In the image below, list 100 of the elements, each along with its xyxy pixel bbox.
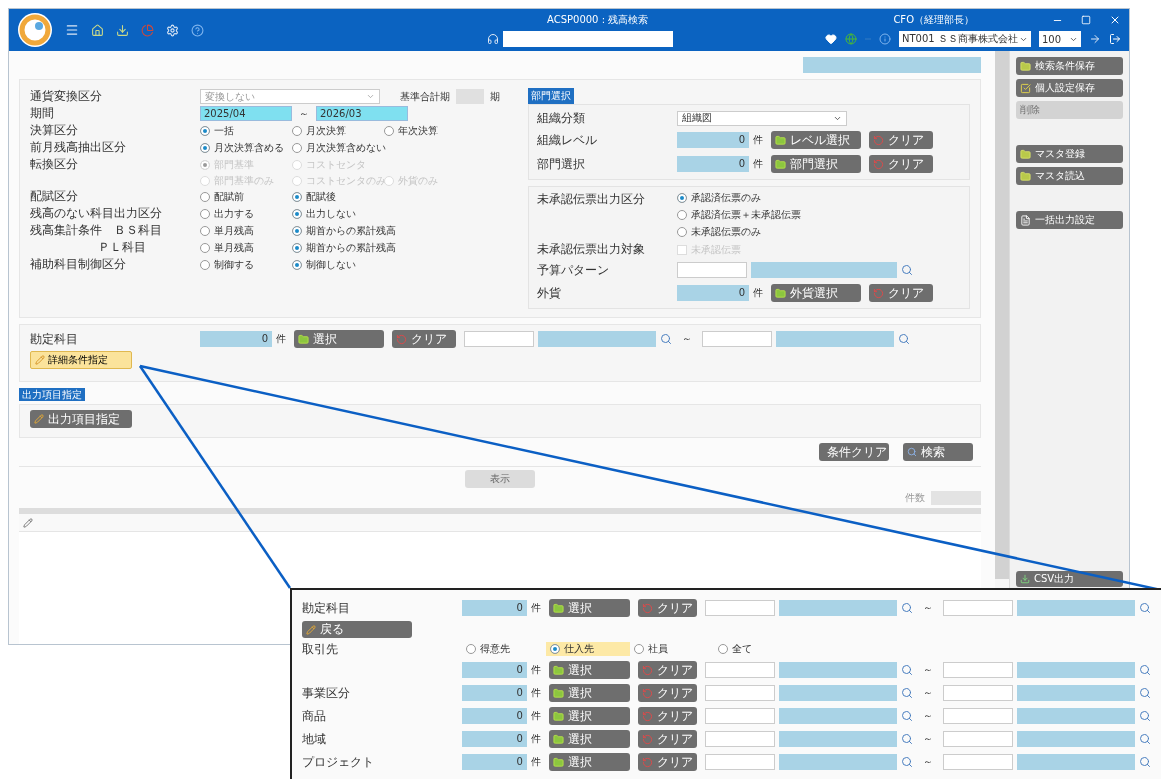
code-input[interactable] bbox=[943, 708, 1013, 724]
radio-button[interactable] bbox=[718, 644, 728, 654]
radio-option[interactable]: 得意先 bbox=[462, 642, 546, 656]
radio-button[interactable] bbox=[200, 125, 210, 136]
csv-export-button[interactable]: CSV出力 bbox=[1016, 571, 1123, 587]
code-input[interactable] bbox=[705, 600, 775, 616]
radio-option[interactable]: 承認済伝票のみ bbox=[677, 191, 761, 205]
code-input[interactable] bbox=[943, 754, 1013, 770]
sidebar-button[interactable]: マスタ登録 bbox=[1016, 145, 1123, 163]
detail-conditions-button[interactable]: 詳細条件指定 bbox=[30, 351, 132, 369]
radio-option[interactable]: 月次決算 bbox=[292, 123, 346, 138]
clear-button[interactable]: クリア bbox=[869, 155, 933, 173]
radio-button[interactable] bbox=[466, 644, 476, 654]
code-input[interactable] bbox=[705, 731, 775, 747]
code-input[interactable] bbox=[705, 754, 775, 770]
code-input[interactable] bbox=[943, 685, 1013, 701]
select-button[interactable]: 部門選択 bbox=[771, 155, 861, 173]
radio-option[interactable]: 配賦後 bbox=[292, 189, 336, 204]
back-button[interactable]: 戻る bbox=[302, 621, 412, 638]
radio-option[interactable]: 承認済伝票＋未承認伝票 bbox=[677, 208, 801, 222]
select-button[interactable]: 外貨選択 bbox=[771, 284, 861, 302]
radio-button[interactable] bbox=[292, 142, 302, 153]
radio-button[interactable] bbox=[634, 644, 644, 654]
radio-option[interactable]: 制御しない bbox=[292, 257, 356, 272]
radio-option[interactable]: 出力する bbox=[200, 206, 254, 221]
radio-option[interactable]: 未承認伝票のみ bbox=[677, 225, 761, 239]
radio-button[interactable] bbox=[292, 125, 302, 136]
clear-button[interactable]: クリア bbox=[392, 330, 456, 348]
radio-option[interactable]: 単月残高 bbox=[200, 223, 254, 238]
radio-option[interactable]: 月次決算含める bbox=[200, 140, 284, 155]
radio-button[interactable] bbox=[677, 193, 687, 203]
code-input[interactable] bbox=[702, 331, 772, 347]
radio-option[interactable]: 一括 bbox=[200, 123, 234, 138]
code-input[interactable] bbox=[705, 662, 775, 678]
search-button[interactable]: 検索 bbox=[903, 443, 973, 461]
clear-button[interactable]: クリア bbox=[869, 284, 933, 302]
clear-button[interactable]: クリア bbox=[638, 599, 697, 617]
dropdown[interactable]: 組織図 bbox=[677, 110, 847, 126]
page-size-dropdown[interactable]: 100 bbox=[1039, 31, 1081, 47]
select-button[interactable]: レベル選択 bbox=[771, 131, 861, 149]
sidebar-button[interactable]: 個人設定保存 bbox=[1016, 79, 1123, 97]
select-button[interactable]: 選択 bbox=[548, 730, 630, 748]
company-dropdown[interactable]: NT001 ＳＳ商事株式会社 bbox=[899, 31, 1031, 47]
date-field[interactable]: 2026/03 bbox=[316, 106, 408, 121]
sidebar-button[interactable]: 一括出力設定 bbox=[1016, 211, 1123, 229]
select-button[interactable]: 選択 bbox=[548, 599, 630, 617]
clear-conditions-button[interactable]: 条件クリア bbox=[819, 443, 889, 461]
radio-option[interactable]: 全て bbox=[714, 642, 798, 656]
radio-button[interactable] bbox=[292, 208, 302, 219]
radio-option[interactable]: 制御する bbox=[200, 257, 254, 272]
select-button[interactable]: 選択 bbox=[294, 330, 384, 348]
radio-option[interactable]: 仕入先 bbox=[546, 642, 630, 656]
radio-button[interactable] bbox=[200, 142, 210, 153]
search-field[interactable] bbox=[503, 31, 673, 47]
radio-button[interactable] bbox=[200, 259, 210, 270]
radio-button[interactable] bbox=[677, 210, 687, 220]
clear-button[interactable]: クリア bbox=[638, 661, 697, 679]
scrollbar[interactable] bbox=[995, 51, 1009, 579]
sidebar-button[interactable]: マスタ読込 bbox=[1016, 167, 1123, 185]
radio-option[interactable]: 期首からの累計残高 bbox=[292, 240, 396, 255]
dropdown[interactable]: 変換しない bbox=[200, 89, 380, 104]
radio-option[interactable]: 月次決算含めない bbox=[292, 140, 386, 155]
code-input[interactable] bbox=[705, 708, 775, 724]
radio-button[interactable] bbox=[200, 225, 210, 236]
radio-button[interactable] bbox=[292, 259, 302, 270]
code-input[interactable] bbox=[943, 600, 1013, 616]
clear-button[interactable]: クリア bbox=[638, 753, 697, 771]
display-button[interactable]: 表示 bbox=[465, 470, 535, 488]
radio-button[interactable] bbox=[550, 644, 560, 654]
clear-button[interactable]: クリア bbox=[638, 730, 697, 748]
radio-option[interactable]: 年次決算 bbox=[384, 123, 438, 138]
radio-option[interactable]: 期首からの累計残高 bbox=[292, 223, 396, 238]
radio-button[interactable] bbox=[200, 242, 210, 253]
date-field[interactable]: 2025/04 bbox=[200, 106, 292, 121]
radio-button[interactable] bbox=[292, 225, 302, 236]
radio-button[interactable] bbox=[292, 242, 302, 253]
radio-option[interactable]: 単月残高 bbox=[200, 240, 254, 255]
radio-button[interactable] bbox=[677, 227, 687, 237]
undo-icon bbox=[642, 710, 653, 722]
clear-button[interactable]: クリア bbox=[638, 684, 697, 702]
radio-button[interactable] bbox=[384, 125, 394, 136]
radio-option[interactable]: 社員 bbox=[630, 642, 714, 656]
sidebar-button[interactable]: 検索条件保存 bbox=[1016, 57, 1123, 75]
select-button[interactable]: 選択 bbox=[548, 684, 630, 702]
radio-option[interactable]: 出力しない bbox=[292, 206, 356, 221]
radio-button[interactable] bbox=[292, 191, 302, 202]
code-input[interactable] bbox=[705, 685, 775, 701]
radio-button[interactable] bbox=[200, 191, 210, 202]
code-input[interactable] bbox=[943, 731, 1013, 747]
select-button[interactable]: 選択 bbox=[548, 707, 630, 725]
output-items-button[interactable]: 出力項目指定 bbox=[30, 410, 132, 428]
clear-button[interactable]: クリア bbox=[869, 131, 933, 149]
select-button[interactable]: 選択 bbox=[548, 661, 630, 679]
radio-option[interactable]: 配賦前 bbox=[200, 189, 244, 204]
code-input[interactable] bbox=[943, 662, 1013, 678]
code-input[interactable] bbox=[677, 262, 747, 278]
radio-button[interactable] bbox=[200, 208, 210, 219]
code-input[interactable] bbox=[464, 331, 534, 347]
clear-button[interactable]: クリア bbox=[638, 707, 697, 725]
select-button[interactable]: 選択 bbox=[548, 753, 630, 771]
